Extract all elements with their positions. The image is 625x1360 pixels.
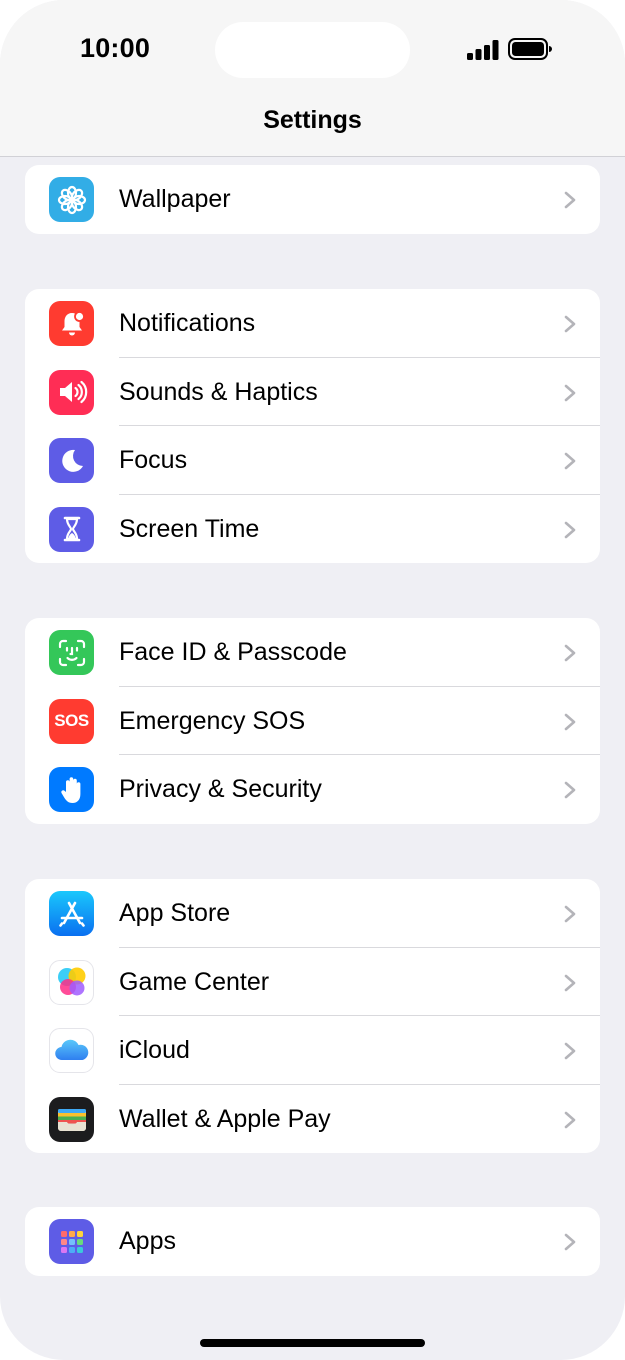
settings-row-wallpaper[interactable]: Wallpaper [25, 165, 600, 234]
hourglass-icon [49, 506, 94, 552]
chevron-right-icon [564, 1042, 576, 1060]
settings-row-label: Face ID & Passcode [119, 638, 347, 666]
settings-row-label: Focus [119, 446, 188, 474]
settings-row-emergency-sos[interactable]: SOS Emergency SOS [25, 687, 600, 755]
settings-group-apps: Apps [25, 1207, 600, 1276]
settings-row-label: Wallet & Apple Pay [119, 1104, 331, 1133]
chevron-right-icon [564, 384, 576, 401]
settings-row-label: App Store [119, 899, 231, 927]
chevron-right-icon [564, 781, 576, 799]
settings-list[interactable]: Wallpaper Notifications Sounds & Haptics… [0, 157, 625, 1360]
apps-grid-icon [49, 1219, 94, 1264]
chevron-right-icon [564, 974, 576, 991]
settings-row-label: Apps [119, 1227, 176, 1255]
settings-row-notifications[interactable]: Notifications [25, 289, 600, 358]
settings-row-face-id[interactable]: Face ID & Passcode [25, 618, 600, 687]
settings-group-notifications: Notifications Sounds & Haptics Focus Scr… [25, 289, 600, 563]
settings-row-icloud[interactable]: iCloud [25, 1016, 600, 1085]
settings-row-label: Sounds & Haptics [119, 377, 318, 406]
wallpaper-icon [49, 177, 94, 222]
top-bar: 10:00 Settings [0, 0, 625, 157]
settings-row-label: Wallpaper [119, 185, 231, 213]
settings-row-label: iCloud [119, 1036, 190, 1064]
sos-icon-text: SOS [54, 711, 89, 730]
settings-row-label: Privacy & Security [119, 775, 322, 803]
settings-row-screen-time[interactable]: Screen Time [25, 495, 600, 564]
chevron-right-icon [564, 1111, 576, 1128]
page-title: Settings [263, 106, 362, 134]
moon-icon [49, 438, 94, 483]
settings-row-label: Game Center [119, 967, 270, 996]
chevron-right-icon [564, 905, 576, 923]
settings-row-sounds-haptics[interactable]: Sounds & Haptics [25, 358, 600, 426]
settings-row-apps[interactable]: Apps [25, 1207, 600, 1276]
sos-icon: SOS [49, 698, 94, 744]
settings-group-security: Face ID & Passcode SOS Emergency SOS Pri… [25, 618, 600, 824]
notifications-icon [49, 301, 94, 346]
speaker-icon [49, 369, 94, 415]
settings-row-game-center[interactable]: Game Center [25, 948, 600, 1016]
status-time: 10:00 [80, 33, 151, 63]
settings-row-wallet[interactable]: Wallet & Apple Pay [25, 1085, 600, 1154]
chevron-right-icon [564, 713, 576, 730]
wallet-icon [49, 1096, 94, 1142]
icloud-icon [49, 1028, 94, 1073]
app-store-icon [49, 891, 94, 936]
chevron-right-icon [564, 452, 576, 470]
game-center-icon [49, 959, 94, 1005]
settings-row-app-store[interactable]: App Store [25, 879, 600, 948]
settings-row-privacy-security[interactable]: Privacy & Security [25, 755, 600, 824]
face-id-icon [49, 630, 94, 675]
chevron-right-icon [564, 521, 576, 538]
settings-group-services: App Store Game Center iCloud Wallet & Ap… [25, 879, 600, 1153]
chevron-right-icon [564, 191, 576, 209]
home-indicator[interactable] [200, 1339, 425, 1347]
hand-icon [49, 767, 94, 812]
dynamic-island [215, 22, 410, 78]
battery-icon [508, 38, 552, 60]
settings-row-focus[interactable]: Focus [25, 426, 600, 495]
chevron-right-icon [564, 644, 576, 662]
chevron-right-icon [564, 315, 576, 333]
settings-row-label: Emergency SOS [119, 706, 306, 735]
settings-row-label: Screen Time [119, 514, 260, 543]
settings-row-label: Notifications [119, 309, 256, 337]
chevron-right-icon [564, 1233, 576, 1251]
device-screen: 10:00 Settings Wallpaper Notifications S… [0, 0, 625, 1360]
cellular-signal-icon [467, 40, 499, 60]
settings-group-display: Wallpaper [25, 165, 600, 234]
